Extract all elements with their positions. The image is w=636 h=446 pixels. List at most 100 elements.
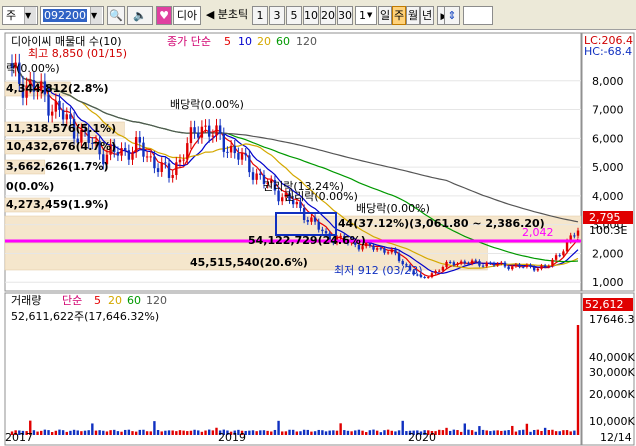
volume-bar	[167, 430, 171, 435]
candle-body	[259, 173, 262, 175]
volume-bar	[317, 429, 320, 435]
volume-bar	[171, 430, 174, 435]
vp-label: 11,318,576(5.1%)	[6, 122, 116, 135]
price-legend-ma-label: 종가 단순	[167, 35, 211, 48]
timeframe-label: 월	[407, 9, 419, 22]
candle-body	[134, 137, 138, 153]
pink-line-label: 2,042	[522, 226, 554, 239]
volume-bar	[116, 431, 120, 435]
volume-bar	[109, 430, 112, 435]
candle-body	[478, 261, 481, 266]
candle-body	[576, 230, 580, 236]
candle-body	[61, 109, 65, 120]
period-button-5[interactable]: 5	[286, 6, 302, 25]
date-input[interactable]	[463, 6, 493, 25]
volume-bar	[255, 431, 258, 435]
volume-bar	[273, 429, 277, 435]
stock-code-value: 092200	[43, 9, 87, 22]
candle-body	[481, 265, 485, 267]
candle-body	[529, 264, 532, 267]
market-dropdown[interactable]: 주 ▼	[2, 6, 38, 25]
candle-body	[233, 145, 236, 154]
volume-bar	[474, 431, 477, 435]
candle-body	[226, 151, 229, 153]
candle-body	[434, 270, 437, 274]
volume-bar	[357, 429, 361, 435]
candle-body	[438, 270, 441, 272]
volume-bar	[65, 431, 68, 435]
x-axis-label: 12/14	[600, 431, 632, 444]
volume-bar	[350, 431, 353, 435]
candle-body	[558, 255, 561, 257]
last-price-value: 2,795	[589, 211, 621, 224]
volume-bar	[127, 429, 131, 435]
volume-bar	[98, 430, 101, 435]
last-volume-value: 52,612	[585, 298, 624, 311]
volume-bar	[459, 431, 463, 435]
count-dropdown[interactable]: 1 ▼	[355, 6, 377, 25]
volume-bar	[448, 430, 452, 435]
volume-bar	[50, 432, 54, 435]
period-button-3[interactable]: 3	[269, 6, 285, 25]
candle-body	[175, 162, 178, 176]
candle-body	[448, 261, 452, 263]
volume-bar	[149, 431, 152, 435]
vp-label: 4,273,459(1.9%)	[6, 198, 109, 211]
candle-body	[573, 235, 576, 237]
ma10-label: 10	[238, 35, 252, 48]
candle-body	[116, 151, 120, 156]
period-button-30[interactable]: 30	[337, 6, 353, 25]
volume-bar	[321, 430, 324, 435]
volume-bar	[514, 431, 518, 435]
candle-body	[321, 229, 324, 232]
volume-bar	[113, 429, 116, 435]
candle-body	[441, 267, 445, 271]
period-button-10[interactable]: 10	[303, 6, 319, 25]
scroll-updown-button[interactable]: ⇕	[444, 6, 460, 25]
candle-body	[379, 248, 383, 250]
speaker-button[interactable]: 🔈	[127, 6, 153, 25]
search-button[interactable]: 🔍	[107, 6, 125, 25]
timeframe-day[interactable]: 일	[378, 6, 392, 25]
timeframe-month[interactable]: 월	[406, 6, 420, 25]
period-button-1[interactable]: 1	[252, 6, 268, 25]
vp-label: 0(0.0%)	[6, 180, 54, 193]
volume-bar	[573, 430, 576, 435]
timeframe-week[interactable]: 주	[392, 6, 406, 25]
range-annotation: 44(37.12%)(3,061.80 ~ 2,386.20)	[338, 217, 545, 230]
stock-code-field[interactable]: 092200 ▼	[40, 6, 104, 25]
candle-body	[211, 135, 215, 137]
price-tick: 8,000	[592, 75, 624, 88]
volume-bar	[182, 430, 185, 435]
volume-bar	[565, 430, 569, 435]
stock-name-field[interactable]: 디아	[173, 6, 201, 25]
volume-bar	[160, 431, 163, 435]
candle-body	[492, 263, 496, 266]
volume-bar	[522, 429, 525, 435]
rights-annotation-3: 락(0.00%)	[6, 62, 60, 75]
chart-area[interactable]: 디아이씨 매물대 수(10) 종가 단순 5 10 20 60 120 최고 8…	[0, 30, 636, 446]
ma20-label: 20	[257, 35, 271, 48]
vp-label: 54,122,729(24.6%)	[248, 234, 366, 247]
volume-bar	[288, 429, 291, 435]
volume-bar	[507, 430, 510, 435]
chart-canvas[interactable]: 디아이씨 매물대 수(10) 종가 단순 5 10 20 60 120 최고 8…	[0, 30, 636, 446]
candle-body	[240, 153, 244, 160]
candle-body	[474, 260, 477, 262]
timeframe-year[interactable]: 년	[420, 6, 434, 25]
volume-bar	[248, 430, 251, 435]
volume-bar	[164, 430, 167, 435]
volume-bar	[211, 430, 215, 435]
period-button-20[interactable]: 20	[320, 6, 336, 25]
volume-bar	[438, 429, 441, 435]
candle-body	[302, 208, 306, 221]
volume-tick: 40,000K	[589, 351, 635, 364]
candle-body	[456, 263, 459, 266]
speaker-icon: 🔈	[133, 9, 147, 22]
favorite-button[interactable]: ♥	[156, 6, 172, 25]
price-tick: 4,000	[592, 190, 624, 203]
candle-body	[255, 173, 258, 180]
vp-label: 3,662,626(1.7%)	[6, 160, 109, 173]
volume-bar	[40, 430, 43, 435]
candle-body	[222, 133, 225, 152]
